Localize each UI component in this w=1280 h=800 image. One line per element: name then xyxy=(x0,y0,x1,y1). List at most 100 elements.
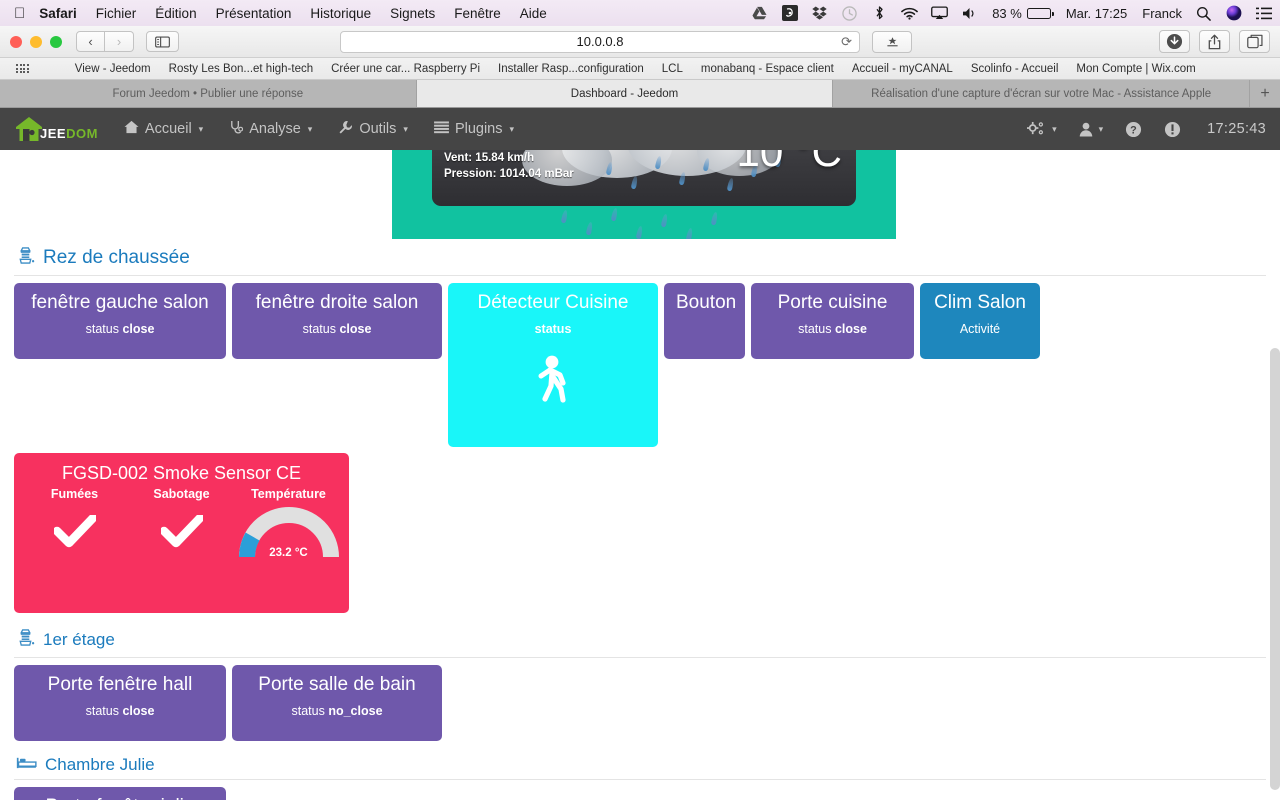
forward-button[interactable]: › xyxy=(105,31,134,52)
siri-icon[interactable] xyxy=(1225,5,1242,22)
smoke-sensor-row: FGSD-002 Smoke Sensor CE Fumées Sabotage… xyxy=(14,453,1266,613)
temperature-value: 23.2 °C xyxy=(269,547,308,559)
smoke-label: Fumées xyxy=(50,487,99,501)
bookmark-mycanal[interactable]: Accueil - myCANAL xyxy=(852,63,953,75)
bluetooth-icon[interactable] xyxy=(871,5,888,22)
menu-item-aide[interactable]: Aide xyxy=(520,6,547,21)
nav-item-outils[interactable]: Outils ▾ xyxy=(338,120,408,139)
tile-detecteur-cuisine[interactable]: Détecteur Cuisine status xyxy=(448,283,658,447)
menubar-user[interactable]: Franck xyxy=(1142,6,1182,21)
lamp-icon xyxy=(16,245,35,271)
tile-porte-cuisine[interactable]: Porte cuisine status close xyxy=(751,283,914,359)
bookmark-view-jeedom[interactable]: View - Jeedom xyxy=(75,63,151,75)
user-icon[interactable]: ▾ xyxy=(1079,122,1103,137)
close-window-button[interactable] xyxy=(10,35,22,48)
safari-toolbar: ‹ › 10.0.0.8 ⟳ xyxy=(0,26,1280,58)
bookmark-lcl[interactable]: LCL xyxy=(662,63,683,75)
bookmark-monabanq[interactable]: monabanq - Espace client xyxy=(701,63,834,75)
battery-status[interactable]: 83 % xyxy=(992,6,1054,21)
app-icon[interactable] xyxy=(781,5,798,22)
tile-fenetre-gauche-salon[interactable]: fenêtre gauche salon status close xyxy=(14,283,226,359)
tile-status: status xyxy=(534,322,572,336)
navigation-buttons: ‹ › xyxy=(76,31,134,52)
menubar-clock[interactable]: Mar. 17:25 xyxy=(1066,6,1127,21)
tile-title: Détecteur Cuisine xyxy=(477,292,629,313)
tile-porte-fenetre-hall[interactable]: Porte fenêtre hall status close xyxy=(14,665,226,741)
jeedom-logo[interactable]: JEEDOM xyxy=(14,115,98,143)
nav-item-analyse[interactable]: Analyse ▾ xyxy=(229,120,312,139)
check-icon xyxy=(159,513,204,554)
wifi-icon[interactable] xyxy=(901,5,919,22)
tile-bouton[interactable]: Bouton xyxy=(664,283,745,359)
bookmark-creer-carte[interactable]: Créer une car... Raspberry Pi xyxy=(331,63,480,75)
show-all-tabs-button[interactable] xyxy=(1239,30,1270,53)
jeedom-navbar: JEEDOM Accueil ▾ Analyse ▾ Outils ▾ Plug… xyxy=(0,108,1280,150)
safari-window: ‹ › 10.0.0.8 ⟳ View - Jeedom Rosty Les B… xyxy=(0,26,1280,800)
bookmarks-bar: View - Jeedom Rosty Les Bon...et high-te… xyxy=(0,58,1280,80)
reload-icon[interactable]: ⟳ xyxy=(841,34,852,50)
info-icon[interactable] xyxy=(1164,121,1181,138)
navbar-right: ▾ ▾ ? 17:25:43 xyxy=(1027,121,1266,138)
chevron-down-icon: ▾ xyxy=(307,123,313,134)
address-bar[interactable]: 10.0.0.8 ⟳ xyxy=(340,30,860,53)
bookmark-rosty[interactable]: Rosty Les Bon...et high-tech xyxy=(169,63,313,75)
dropbox-icon[interactable] xyxy=(811,5,828,22)
tile-clim-salon[interactable]: Clim Salon Activité xyxy=(920,283,1040,359)
menu-item-fenetre[interactable]: Fenêtre xyxy=(454,6,501,21)
share-button[interactable] xyxy=(1199,30,1230,53)
tile-title: Porte cuisine xyxy=(777,292,888,313)
tile-porte-salle-de-bain[interactable]: Porte salle de bain status no_close xyxy=(232,665,442,741)
temperature-gauge: 23.2 °C xyxy=(238,507,339,561)
tab-assistance-apple[interactable]: Réalisation d'une capture d'écran sur vo… xyxy=(833,80,1251,107)
search-icon[interactable] xyxy=(1195,5,1212,22)
new-tab-button[interactable]: + xyxy=(1250,80,1280,107)
tab-forum-jeedom[interactable]: Forum Jeedom • Publier une réponse xyxy=(0,80,417,107)
bookmark-installer-rasp[interactable]: Installer Rasp...configuration xyxy=(498,63,644,75)
minimize-window-button[interactable] xyxy=(30,35,42,48)
smoke-label: Température xyxy=(251,487,326,501)
menu-item-historique[interactable]: Historique xyxy=(310,6,371,21)
menu-item-signets[interactable]: Signets xyxy=(390,6,435,21)
nav-item-plugins[interactable]: Plugins ▾ xyxy=(434,120,514,138)
stethoscope-icon xyxy=(229,120,244,139)
room-divider xyxy=(14,275,1266,276)
room-section-chambre-julie: Chambre Julie Porte fenêtre julie status… xyxy=(14,749,1266,800)
weather-widget[interactable]: Vent: 15.84 km/h Pression: 1014.04 mBar … xyxy=(392,150,896,239)
nav-label-analyse: Analyse xyxy=(249,121,301,137)
sidebar-toggle-button[interactable] xyxy=(146,31,179,52)
time-machine-icon[interactable] xyxy=(841,5,858,22)
tab-dashboard-jeedom[interactable]: Dashboard - Jeedom xyxy=(416,80,834,107)
room-header: Rez de chaussée xyxy=(14,239,1266,275)
tile-title: Porte salle de bain xyxy=(258,674,416,695)
tile-title: Porte fenêtre hall xyxy=(47,674,193,695)
menu-item-safari[interactable]: Safari xyxy=(39,6,77,21)
bookmark-wix[interactable]: Mon Compte | Wix.com xyxy=(1076,63,1195,75)
volume-icon[interactable] xyxy=(961,5,978,22)
tile-title: Bouton xyxy=(676,292,737,313)
room-header: Chambre Julie xyxy=(14,749,1266,779)
room-header: 1er étage xyxy=(14,621,1266,657)
downloads-button[interactable] xyxy=(1159,30,1190,53)
gears-icon[interactable]: ▾ xyxy=(1027,121,1057,137)
apple-logo-icon[interactable]:  xyxy=(14,6,25,21)
reading-list-button[interactable] xyxy=(872,30,912,53)
google-drive-icon[interactable] xyxy=(751,5,768,22)
tile-smoke-sensor[interactable]: FGSD-002 Smoke Sensor CE Fumées Sabotage… xyxy=(14,453,349,613)
menu-item-fichier[interactable]: Fichier xyxy=(96,6,137,21)
notification-center-icon[interactable] xyxy=(1255,5,1272,22)
airplay-icon[interactable] xyxy=(931,5,949,22)
tile-fenetre-droite-salon[interactable]: fenêtre droite salon status close xyxy=(232,283,442,359)
tile-status: status close xyxy=(85,704,155,718)
help-icon[interactable]: ? xyxy=(1125,121,1142,138)
back-button[interactable]: ‹ xyxy=(76,31,105,52)
menu-item-edition[interactable]: Édition xyxy=(155,6,196,21)
bookmarks-grid-icon[interactable] xyxy=(16,63,29,74)
bookmark-scolinfo[interactable]: Scolinfo - Accueil xyxy=(971,63,1059,75)
maximize-window-button[interactable] xyxy=(50,35,62,48)
menu-item-presentation[interactable]: Présentation xyxy=(216,6,292,21)
tile-porte-fenetre-julie[interactable]: Porte fenêtre julie status close xyxy=(14,787,226,800)
page-scrollbar[interactable] xyxy=(1270,348,1280,790)
window-controls xyxy=(10,35,62,48)
nav-item-accueil[interactable]: Accueil ▾ xyxy=(124,120,203,138)
check-icon xyxy=(52,513,97,554)
